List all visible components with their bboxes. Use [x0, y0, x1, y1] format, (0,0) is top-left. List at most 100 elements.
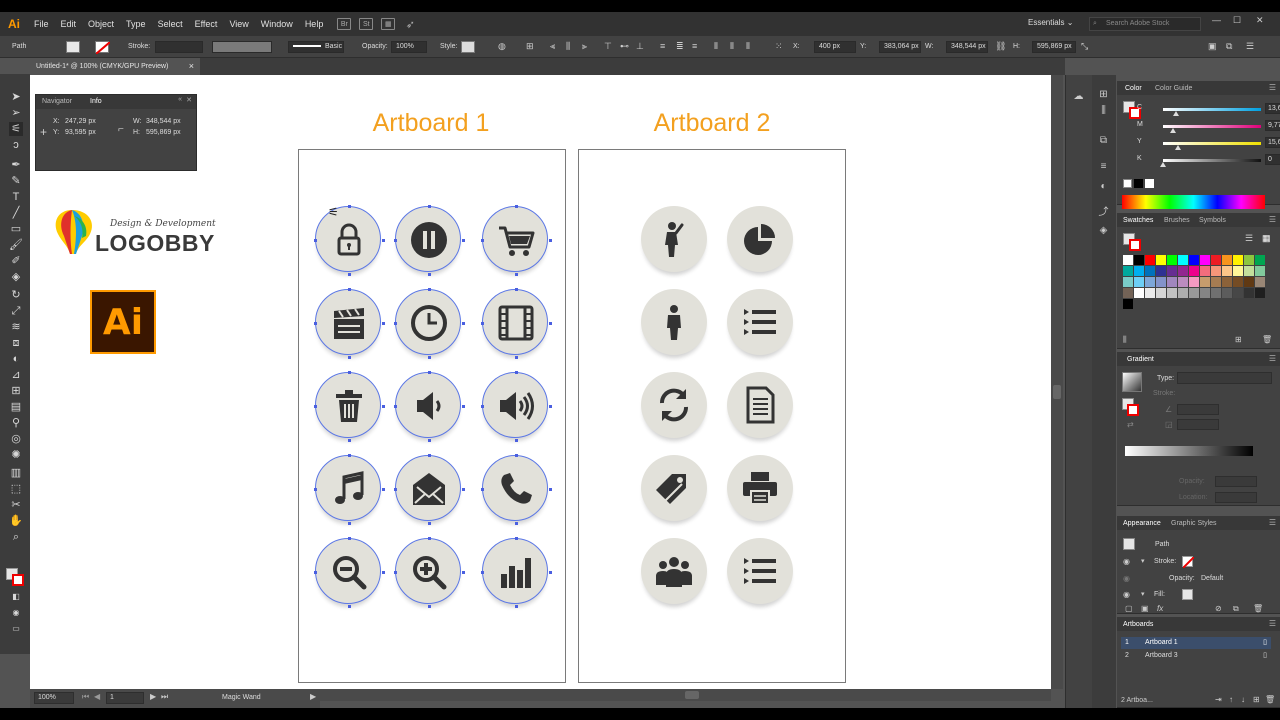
- anchor-point[interactable]: [515, 537, 518, 540]
- anchor-point[interactable]: [515, 205, 518, 208]
- canvas[interactable]: Navigator Info « ✕ + X: 247,29 px Y: 93,…: [30, 75, 1051, 689]
- grid-view-icon[interactable]: ▦: [1262, 233, 1271, 244]
- rotate-tool-icon[interactable]: ↻: [9, 288, 23, 302]
- anchor-point[interactable]: [348, 371, 351, 374]
- export-panel-icon[interactable]: ⤴: [1097, 207, 1110, 218]
- color-swatch[interactable]: [1178, 255, 1188, 265]
- color-swatch[interactable]: [1211, 266, 1221, 276]
- artboard-options-icon[interactable]: ▯: [1263, 650, 1267, 662]
- stroke-color-box[interactable]: [12, 574, 24, 586]
- anchor-point[interactable]: [314, 322, 317, 325]
- swatches-stroke-box[interactable]: [1129, 239, 1141, 251]
- transform-icon[interactable]: ⤡: [1081, 41, 1088, 52]
- menu-edit[interactable]: Edit: [55, 19, 83, 29]
- anchor-point[interactable]: [314, 571, 317, 574]
- anchor-point[interactable]: [462, 488, 465, 491]
- color-swatch[interactable]: [1134, 255, 1144, 265]
- tab-artboards[interactable]: Artboards: [1123, 621, 1153, 628]
- anchor-point[interactable]: [462, 571, 465, 574]
- anchor-point[interactable]: [382, 239, 385, 242]
- anchor-point[interactable]: [515, 439, 518, 442]
- color-swatch[interactable]: [1167, 266, 1177, 276]
- list-circle-1[interactable]: [727, 289, 793, 355]
- add-effect-icon[interactable]: fx: [1157, 604, 1163, 613]
- tab-symbols[interactable]: Symbols: [1199, 217, 1226, 224]
- anchor-point[interactable]: [348, 454, 351, 457]
- color-swatch[interactable]: [1200, 266, 1210, 276]
- previous-artboard-icon[interactable]: ◀: [94, 692, 100, 701]
- anchor-point[interactable]: [382, 571, 385, 574]
- black-slider[interactable]: [1160, 159, 1261, 167]
- anchor-point[interactable]: [348, 205, 351, 208]
- tab-info[interactable]: Info: [90, 98, 102, 105]
- anchor-point[interactable]: [394, 239, 397, 242]
- warp-tool-icon[interactable]: ≋: [9, 320, 23, 334]
- color-swatch[interactable]: [1222, 255, 1232, 265]
- anchor-point[interactable]: [314, 488, 317, 491]
- color-swatch[interactable]: [1222, 266, 1232, 276]
- draw-mode-icon[interactable]: ◉: [9, 606, 23, 620]
- first-artboard-icon[interactable]: ⏮: [82, 692, 89, 702]
- anchor-point[interactable]: [481, 239, 484, 242]
- vertical-scroll-thumb[interactable]: [1053, 385, 1061, 399]
- anchor-point[interactable]: [549, 239, 552, 242]
- tab-appearance[interactable]: Appearance: [1123, 520, 1161, 527]
- tab-color-guide[interactable]: Color Guide: [1155, 85, 1192, 92]
- color-swatch[interactable]: [1134, 288, 1144, 298]
- menu-type[interactable]: Type: [120, 19, 152, 29]
- color-swatch[interactable]: [1200, 277, 1210, 287]
- status-menu-icon[interactable]: ▶: [310, 692, 316, 701]
- color-swatch[interactable]: [1134, 277, 1144, 287]
- panel-collapse-icon[interactable]: «: [178, 96, 182, 103]
- reverse-gradient-icon[interactable]: ⇄: [1127, 420, 1134, 429]
- menu-file[interactable]: File: [28, 19, 55, 29]
- duplicate-item-icon[interactable]: ⧉: [1233, 604, 1239, 614]
- anchor-point[interactable]: [348, 537, 351, 540]
- color-swatch[interactable]: [1233, 277, 1243, 287]
- artboard-list-row[interactable]: 2 Artboard 3 ▯: [1121, 650, 1271, 662]
- vertical-scrollbar[interactable]: [1051, 75, 1063, 689]
- anchor-point[interactable]: [428, 522, 431, 525]
- constrain-proportions-icon[interactable]: ⛓: [995, 41, 1006, 52]
- color-mode-icon[interactable]: ◧: [9, 590, 23, 604]
- align-center-icon[interactable]: ⫼: [566, 41, 570, 52]
- cc-libraries-icon[interactable]: ☁: [1072, 91, 1085, 102]
- close-window-button[interactable]: ✕: [1256, 15, 1264, 26]
- eyedropper-tool-icon[interactable]: ⚲: [9, 416, 23, 430]
- color-swatch[interactable]: [1211, 255, 1221, 265]
- panel-menu-icon[interactable]: ☰: [1269, 354, 1276, 363]
- gradient-angle-field[interactable]: [1177, 404, 1219, 415]
- color-swatch[interactable]: [1244, 277, 1254, 287]
- panel-menu-icon[interactable]: ☰: [1269, 619, 1276, 628]
- pause-circle[interactable]: [394, 205, 465, 276]
- appearance-fill-swatch[interactable]: [1182, 589, 1193, 600]
- anchor-point[interactable]: [348, 522, 351, 525]
- yellow-value[interactable]: 15,63: [1265, 137, 1280, 148]
- magic-wand-tool-icon[interactable]: ⚟: [9, 122, 23, 136]
- pathfinder-panel-icon[interactable]: ⧉: [1097, 135, 1110, 146]
- magenta-slider[interactable]: [1163, 125, 1261, 133]
- color-swatch[interactable]: [1156, 266, 1166, 276]
- curvature-tool-icon[interactable]: ✎: [9, 174, 23, 188]
- tab-graphic-styles[interactable]: Graphic Styles: [1171, 520, 1217, 527]
- color-swatch[interactable]: [1123, 255, 1133, 265]
- anchor-point[interactable]: [515, 371, 518, 374]
- color-swatch[interactable]: [1178, 288, 1188, 298]
- gradient-type-select[interactable]: [1177, 372, 1272, 384]
- add-stroke-icon[interactable]: ▢: [1125, 604, 1133, 613]
- hand-tool-icon[interactable]: ✋: [9, 514, 23, 528]
- music-circle[interactable]: [314, 454, 385, 525]
- anchor-point[interactable]: [549, 322, 552, 325]
- horizontal-scrollbar[interactable]: [320, 689, 1051, 701]
- brush-definition[interactable]: Basic: [288, 41, 344, 53]
- y-field[interactable]: 383,064 px: [879, 41, 921, 53]
- eraser-tool-icon[interactable]: ◈: [9, 270, 23, 284]
- color-swatch[interactable]: [1222, 288, 1232, 298]
- slice-tool-icon[interactable]: ✂: [9, 498, 23, 512]
- anchor-point[interactable]: [549, 571, 552, 574]
- anchor-point[interactable]: [428, 205, 431, 208]
- delete-artboard-icon[interactable]: 🗑: [1265, 695, 1275, 704]
- anchor-point[interactable]: [314, 405, 317, 408]
- zoom-in-circle[interactable]: [394, 537, 465, 608]
- anchor-point[interactable]: [481, 571, 484, 574]
